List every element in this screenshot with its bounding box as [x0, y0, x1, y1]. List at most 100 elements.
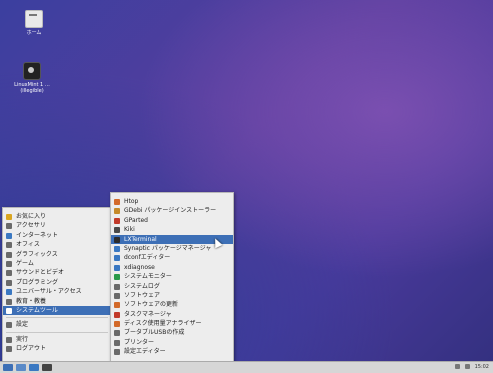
- file-manager-launcher[interactable]: [16, 364, 26, 371]
- menu-item[interactable]: Htop: [111, 197, 233, 206]
- kiki-icon: [114, 227, 120, 234]
- menu-item-label: サウンドとビデオ: [16, 269, 65, 277]
- menu-item-label: 実行: [16, 335, 29, 343]
- menu-item-label: Synaptic パッケージマネージャ: [124, 244, 212, 252]
- gamepad-icon: [6, 260, 12, 267]
- system-tray: 15:02: [452, 363, 489, 372]
- menu-item[interactable]: インターネット: [3, 231, 111, 240]
- menu-item-label: ソフトウェアの更新: [124, 301, 179, 309]
- menu-item[interactable]: 設定: [3, 320, 111, 329]
- config-editor-icon: [114, 349, 120, 356]
- menu-item[interactable]: プログラミング: [3, 278, 111, 287]
- menu-item[interactable]: アクセサリ: [3, 221, 111, 230]
- taskbar: 15:02: [0, 361, 493, 373]
- browser-launcher[interactable]: [29, 364, 39, 371]
- task-manager-icon: [114, 311, 120, 318]
- menu-item-label: システムログ: [124, 282, 160, 290]
- start-menu-button[interactable]: [3, 364, 13, 371]
- menu-item[interactable]: GParted: [111, 216, 233, 225]
- diagnose-icon: [114, 264, 120, 271]
- terminal-icon: [114, 236, 120, 243]
- menu-item-label: プリンター: [124, 338, 155, 346]
- menu-item-label: グラフィックス: [16, 250, 58, 258]
- menu-item-label: GParted: [124, 216, 148, 224]
- menu-item[interactable]: 実行: [3, 335, 111, 344]
- menu-item-label: システムツール: [16, 306, 58, 314]
- menu-item-label: ブータブルUSBの作成: [124, 329, 185, 337]
- menu-item[interactable]: オフィス: [3, 240, 111, 249]
- menu-item-label: LXTerminal: [124, 235, 157, 243]
- globe-icon: [6, 232, 12, 239]
- menu-item-label: Kiki: [124, 226, 135, 234]
- volume-icon[interactable]: [464, 364, 470, 369]
- installer-disc-icon: [23, 62, 41, 80]
- network-icon[interactable]: [455, 364, 461, 369]
- menu-item[interactable]: ソフトウェアの更新: [111, 300, 233, 309]
- terminal-launcher[interactable]: [42, 364, 52, 371]
- menu-item[interactable]: システムモニター: [111, 272, 233, 281]
- software-icon: [114, 292, 120, 299]
- menu-item-label: 教育・教養: [16, 297, 47, 305]
- menu-item-label: 設定: [16, 321, 29, 329]
- desktop-icon-installer[interactable]: LinuxMint 1 … (illegible): [10, 62, 54, 94]
- menu-item-label: ユニバーサル・アクセス: [16, 288, 82, 296]
- media-icon: [6, 270, 12, 277]
- menu-item-label: タスクマネージャ: [124, 310, 172, 318]
- menu-item[interactable]: ログアウト: [3, 344, 111, 353]
- dconf-icon: [114, 255, 120, 262]
- menu-item[interactable]: 設定エディター: [111, 347, 233, 356]
- accessibility-icon: [6, 289, 12, 296]
- menu-separator: [6, 317, 108, 319]
- clock[interactable]: 15:02: [475, 363, 489, 372]
- office-icon: [6, 242, 12, 249]
- log-icon: [114, 283, 120, 290]
- menu-separator: [6, 331, 108, 333]
- menu-item-label: ソフトウェア: [124, 291, 161, 299]
- logout-icon: [6, 346, 12, 353]
- graphics-icon: [6, 251, 12, 258]
- menu-item[interactable]: 教育・教養: [3, 297, 111, 306]
- menu-item[interactable]: プリンター: [111, 338, 233, 347]
- desktop-icon-home[interactable]: ホーム: [12, 10, 56, 36]
- menu-item-label: Htop: [124, 198, 139, 205]
- usb-icon: [114, 330, 120, 337]
- menu-item[interactable]: システムツール: [3, 305, 111, 316]
- menu-item-label: プログラミング: [16, 278, 59, 286]
- menu-item-label: お気に入り: [16, 213, 47, 220]
- menu-item[interactable]: xdiagnose: [111, 263, 233, 272]
- menu-item-label: システムモニター: [124, 273, 172, 281]
- menu-item-label: 設定エディター: [124, 348, 166, 356]
- menu-item[interactable]: GDebi パッケージインストーラー: [111, 206, 233, 215]
- menu-item[interactable]: Kiki: [111, 225, 233, 234]
- menu-item-label: dconfエディター: [124, 254, 171, 262]
- run-icon: [6, 336, 12, 343]
- menu-item[interactable]: ブータブルUSBの作成: [111, 328, 233, 337]
- menu-item[interactable]: システムログ: [111, 282, 233, 291]
- programming-icon: [6, 279, 12, 286]
- menu-item-label: ゲーム: [16, 259, 34, 267]
- menu-item[interactable]: ソフトウェア: [111, 291, 233, 300]
- desktop-icon-label: ホーム: [26, 30, 42, 36]
- menu-item[interactable]: タスクマネージャ: [111, 310, 233, 319]
- system-tools-icon: [6, 307, 12, 314]
- menu-item[interactable]: ユニバーサル・アクセス: [3, 287, 111, 296]
- star-icon: [6, 214, 12, 220]
- menu-item-label: オフィス: [16, 241, 40, 249]
- disk-usage-icon: [114, 321, 120, 328]
- htop-icon: [114, 199, 120, 205]
- education-icon: [6, 298, 12, 305]
- menu-item[interactable]: グラフィックス: [3, 250, 111, 259]
- menu-item-label: アクセサリ: [16, 222, 46, 230]
- menu-item-label: インターネット: [16, 231, 59, 239]
- menu-item[interactable]: ディスク使用量アナライザー: [111, 319, 233, 328]
- accessories-icon: [6, 223, 12, 230]
- menu-item-label: ログアウト: [16, 345, 47, 353]
- menu-item[interactable]: お気に入り: [3, 212, 111, 221]
- menu-item-label: xdiagnose: [124, 263, 155, 271]
- menu-item[interactable]: サウンドとビデオ: [3, 268, 111, 277]
- home-folder-icon: [25, 10, 43, 28]
- update-icon: [114, 302, 120, 309]
- menu-item-label: ディスク使用量アナライザー: [124, 320, 202, 328]
- menu-item[interactable]: dconfエディター: [111, 253, 233, 262]
- menu-item[interactable]: ゲーム: [3, 259, 111, 268]
